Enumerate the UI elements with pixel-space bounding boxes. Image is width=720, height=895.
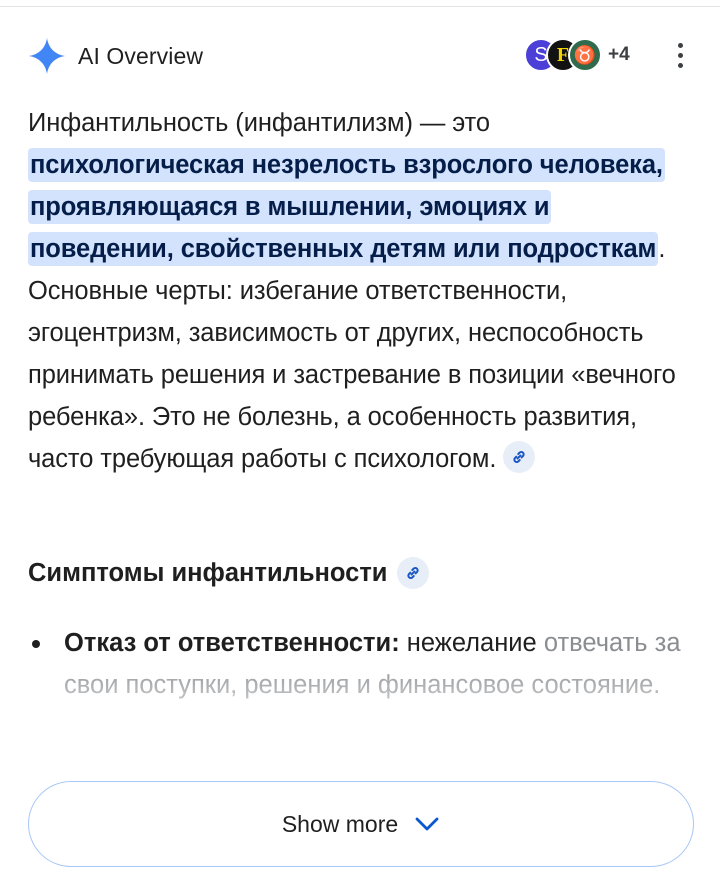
avatar[interactable]: ♉ (568, 38, 602, 72)
more-vert-icon[interactable] (676, 40, 684, 70)
section-heading-text: Симптомы инфантильности (28, 558, 388, 587)
ai-overview-header: AI Overview S F ♉ +4 (28, 36, 692, 76)
symptom-list: Отказ от ответственности: нежелание отве… (28, 622, 688, 706)
gemini-sparkle-icon (28, 37, 66, 75)
bullet-title: Отказ от ответственности: (64, 629, 400, 657)
link-icon[interactable] (397, 557, 430, 589)
bullet-dot (32, 640, 40, 648)
list-item: Отказ от ответственности: нежелание отве… (28, 622, 688, 706)
overview-paragraph: Инфантильность (инфантилизм) — это психо… (28, 102, 696, 480)
more-sources-count[interactable]: +4 (608, 44, 630, 66)
bullet-text: нежелание (399, 629, 537, 657)
source-avatars[interactable]: S F ♉ +4 (524, 38, 630, 72)
top-divider (0, 6, 720, 7)
ai-overview-title: AI Overview (78, 42, 204, 69)
section-heading: Симптомы инфантильности (28, 552, 430, 594)
chevron-down-icon (414, 816, 440, 832)
overview-lead: Инфантильность (инфантилизм) — это (28, 109, 490, 137)
highlighted-definition[interactable]: психологическая незрелость взрослого чел… (28, 148, 665, 266)
show-more-label: Show more (281, 810, 399, 837)
overview-body: . Основные черты: избегание ответственно… (28, 235, 676, 473)
link-icon[interactable] (503, 441, 536, 474)
show-more-button[interactable]: Show more (28, 781, 694, 867)
